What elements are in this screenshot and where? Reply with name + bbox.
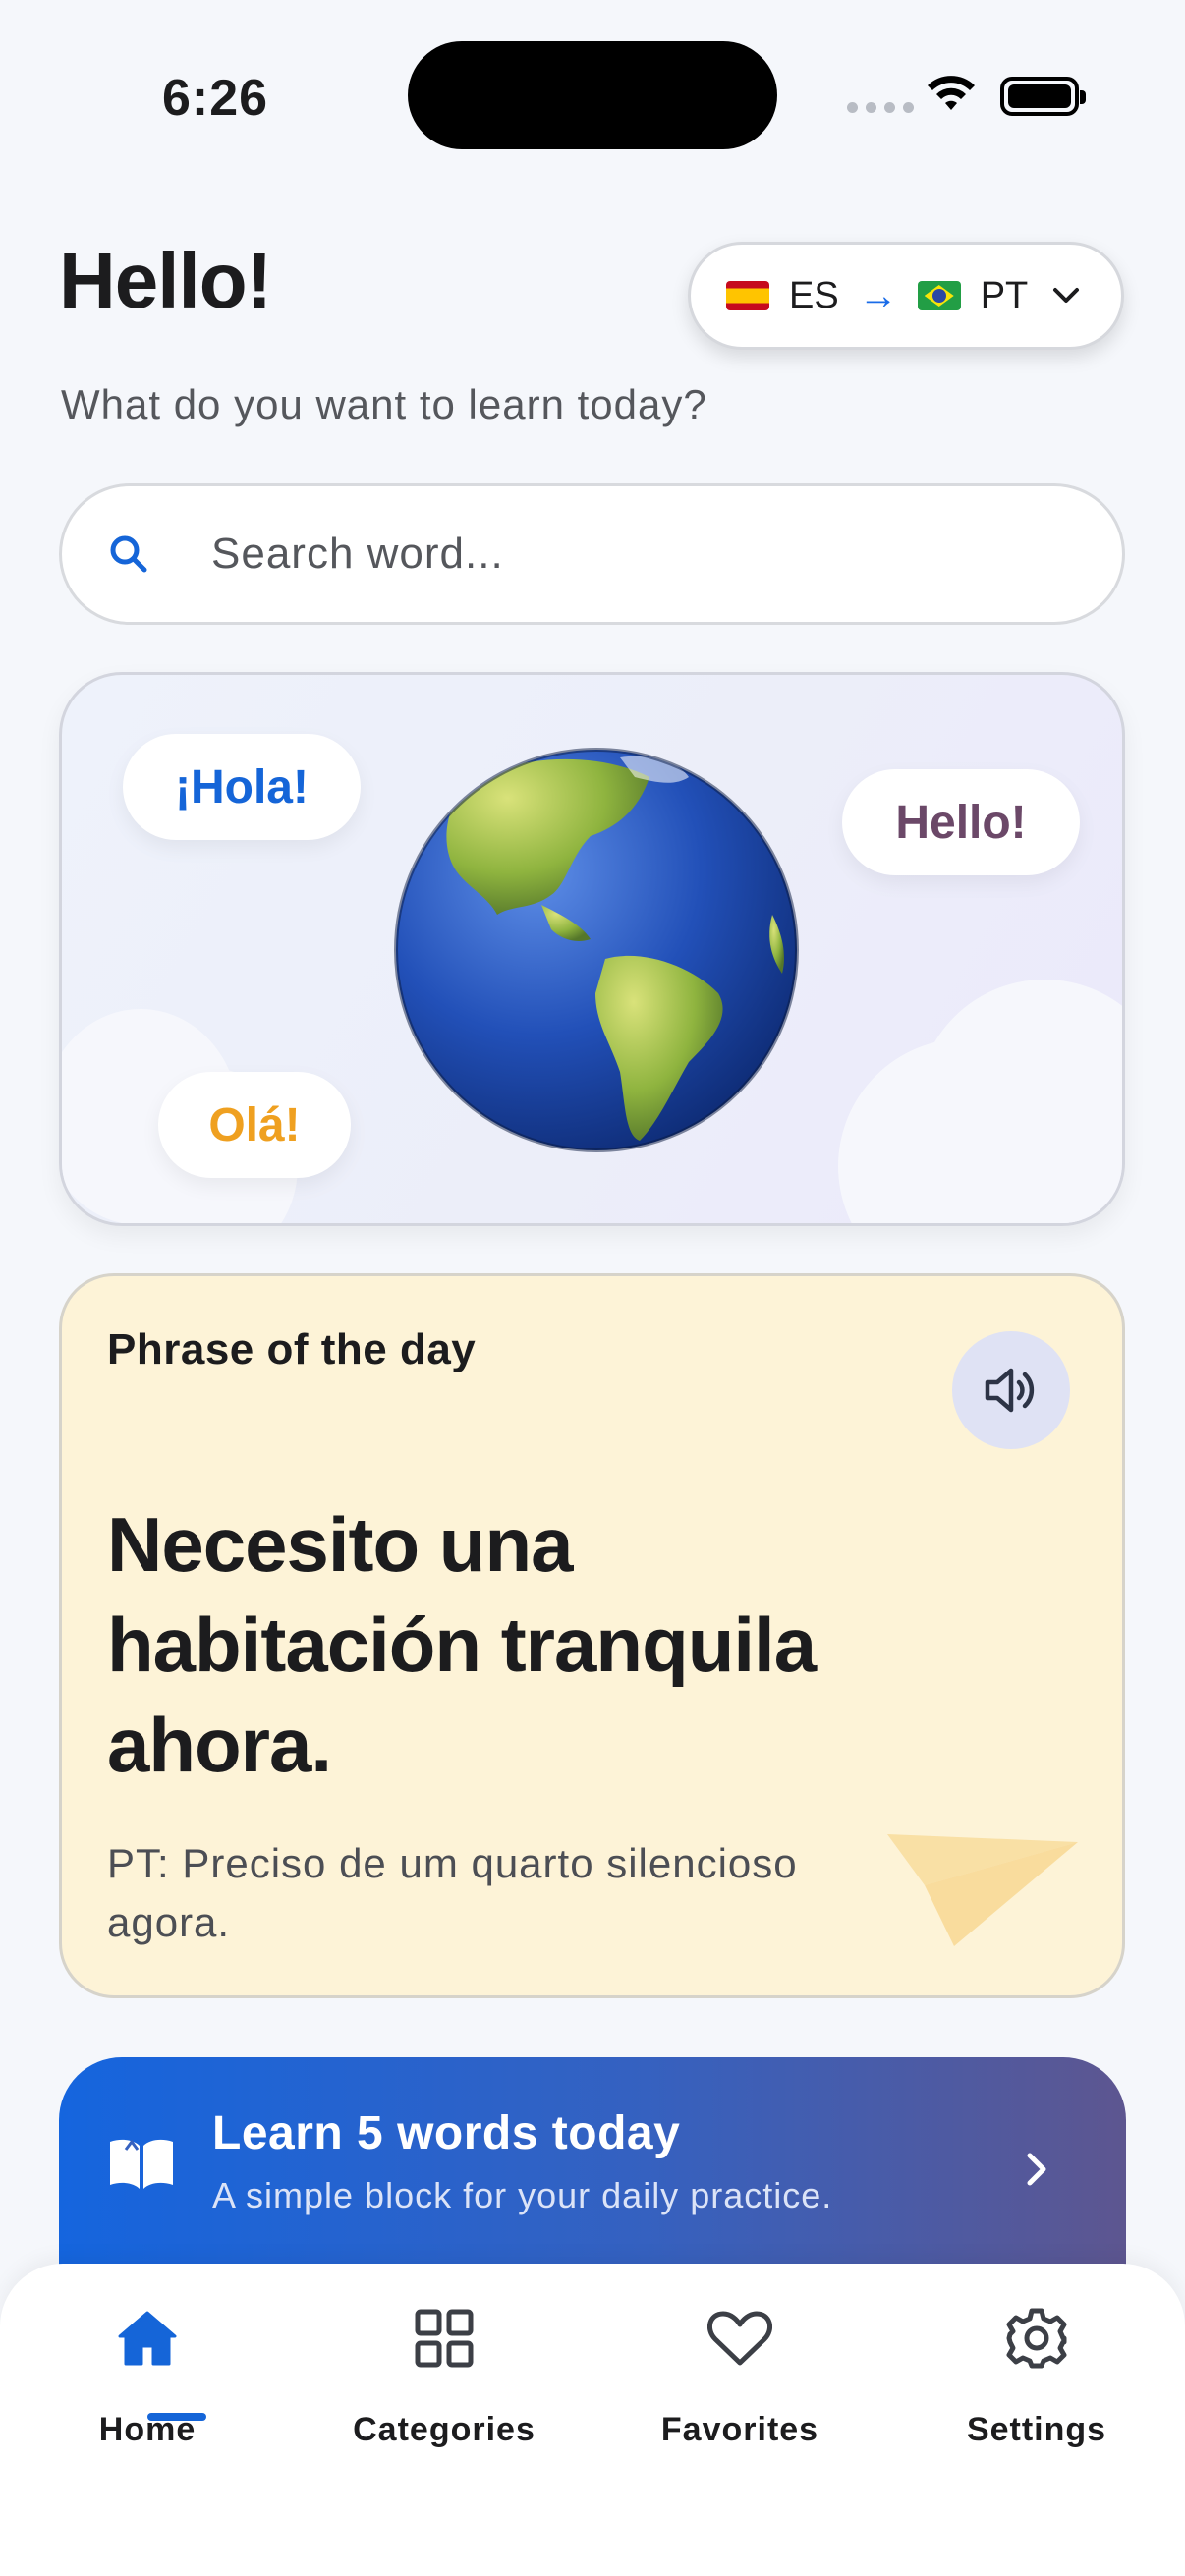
heart-icon: [707, 2311, 772, 2366]
phrase-card-label: Phrase of the day: [107, 1325, 477, 1373]
status-time: 6:26: [162, 70, 269, 127]
page-subtitle: What do you want to learn today?: [61, 381, 707, 427]
home-icon: [118, 2311, 177, 2366]
source-language-code: ES: [789, 274, 839, 316]
page-title: Hello!: [59, 237, 272, 324]
speech-bubble-portuguese: Olá!: [158, 1072, 351, 1178]
status-bar: 6:26: [0, 0, 1185, 187]
cellular-signal-icon: [847, 102, 914, 113]
chevron-right-icon: [1027, 2153, 1046, 2186]
tab-categories-label: Categories: [353, 2411, 536, 2448]
phrase-text: Necesito una habitación tranquila ahora.: [107, 1501, 817, 1788]
gear-icon: [1006, 2308, 1067, 2369]
active-tab-indicator: [147, 2413, 206, 2421]
learn-card-title: Learn 5 words today: [212, 2107, 681, 2159]
tab-favorites[interactable]: Favorites: [622, 2299, 858, 2456]
target-language-code: PT: [980, 274, 1029, 316]
brazil-flag-icon: [917, 281, 961, 310]
speech-bubble-english: Hello!: [842, 769, 1080, 875]
arrow-right-icon: →: [858, 273, 898, 317]
speech-bubble-spanish: ¡Hola!: [123, 734, 361, 840]
play-audio-button[interactable]: [952, 1331, 1070, 1449]
spain-flag-icon: [726, 281, 769, 310]
hero-card: ¡Hola! Hello! Olá!: [59, 672, 1125, 1226]
search-icon: [110, 535, 147, 573]
open-book-icon: [110, 2139, 173, 2189]
learn-card-subtitle: A simple block for your daily practice.: [212, 2175, 833, 2215]
cloud-decoration: [917, 980, 1122, 1223]
learn-words-card[interactable]: Learn 5 words today A simple block for y…: [59, 2057, 1126, 2293]
search-bar[interactable]: [59, 483, 1125, 625]
battery-icon: [1000, 77, 1086, 116]
tab-categories[interactable]: Categories: [326, 2299, 562, 2456]
chevron-down-icon: [1053, 288, 1080, 303]
dynamic-island: [408, 41, 777, 149]
grid-icon: [415, 2309, 474, 2368]
speaker-icon: [985, 1368, 1035, 1413]
bottom-tab-bar: Home Categories Favorites Settings: [0, 2264, 1185, 2576]
globe-icon: [394, 748, 799, 1152]
tab-favorites-label: Favorites: [660, 2411, 819, 2448]
phrase-translation: PT: Preciso de um quarto silencioso agor…: [107, 1840, 798, 1945]
tab-settings-label: Settings: [966, 2411, 1107, 2448]
tab-home[interactable]: Home: [29, 2299, 265, 2456]
phrase-of-the-day-card[interactable]: Phrase of the day Necesito una habitació…: [59, 1273, 1125, 1998]
language-selector[interactable]: ES → PT: [688, 242, 1124, 350]
wifi-icon: [928, 76, 975, 110]
tab-settings[interactable]: Settings: [919, 2299, 1155, 2456]
paper-plane-decoration: [887, 1834, 1078, 1946]
search-input[interactable]: [211, 530, 997, 579]
